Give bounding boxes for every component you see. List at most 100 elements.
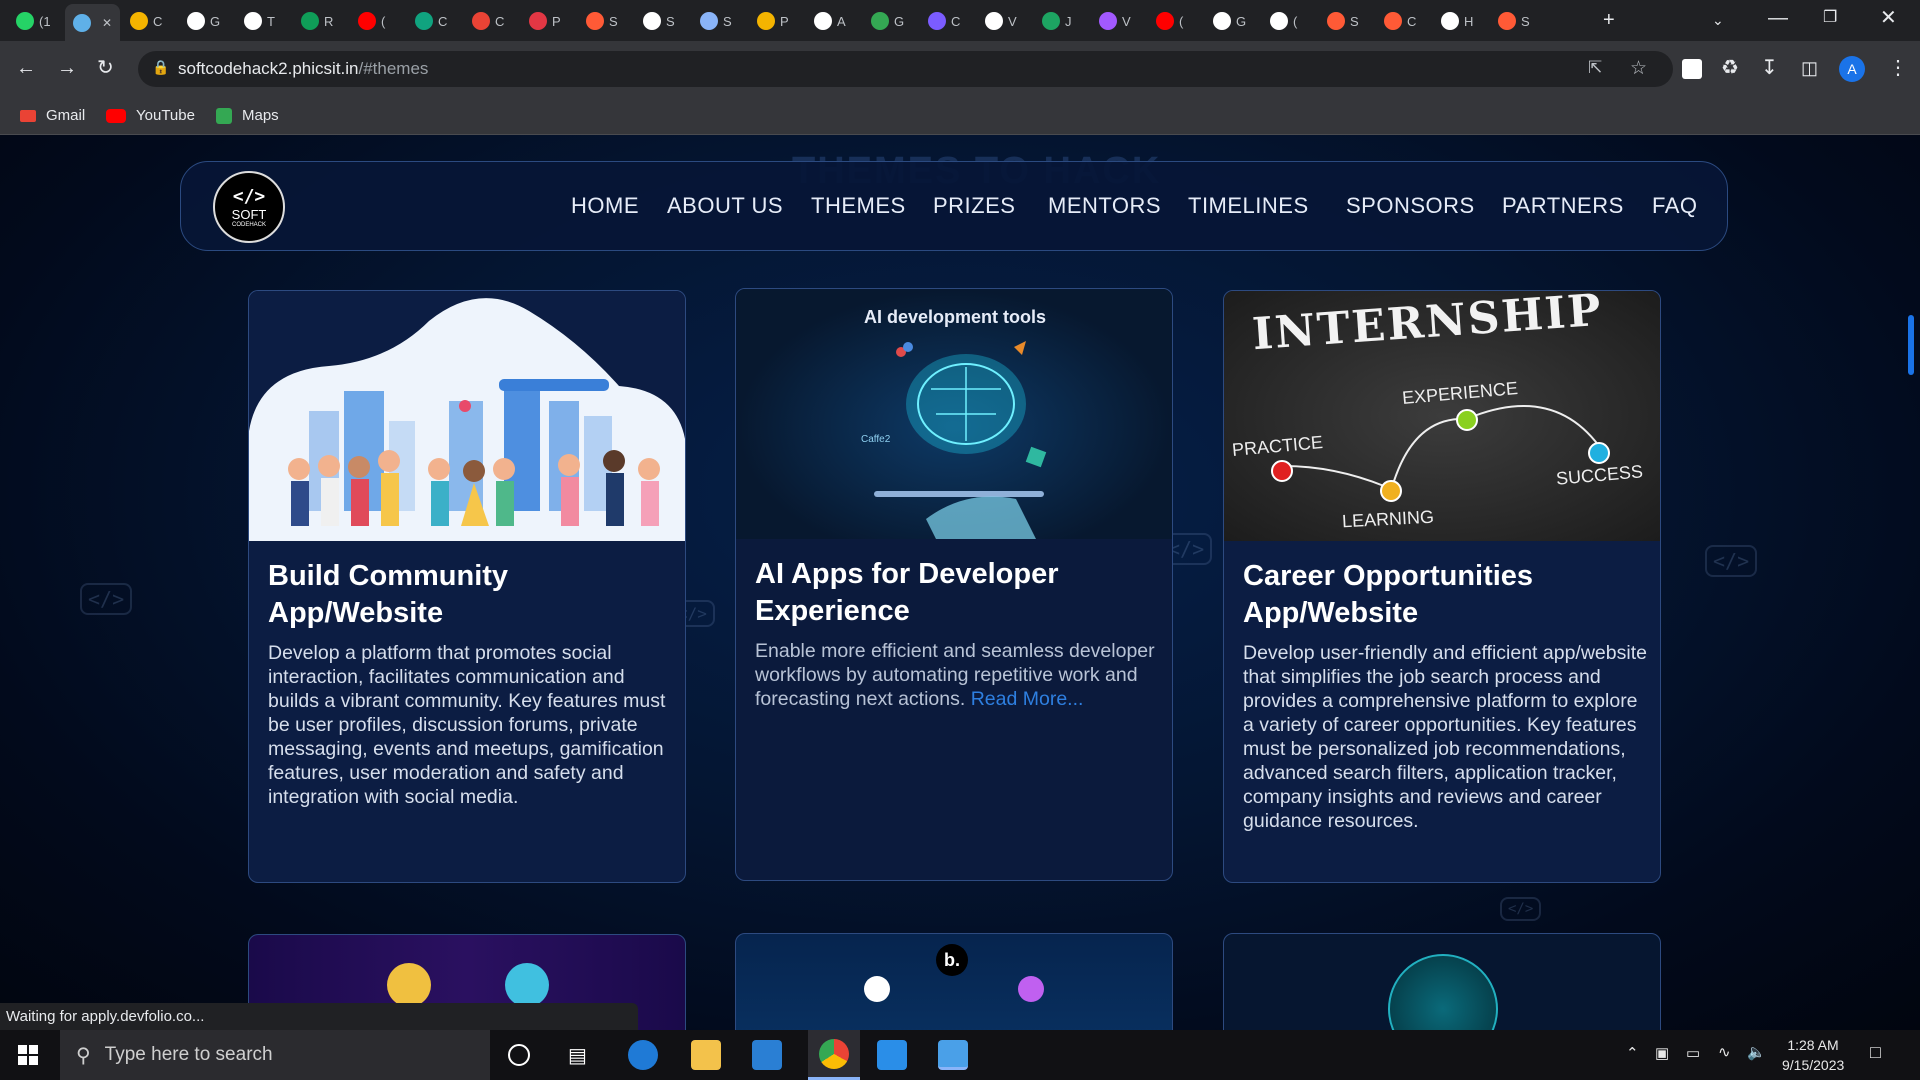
browser-tab[interactable]: (1 xyxy=(16,6,51,36)
extension-icon[interactable] xyxy=(1682,59,1702,79)
read-more-link[interactable]: Read More... xyxy=(971,688,1084,710)
tab-favicon-icon xyxy=(1042,12,1060,30)
back-button[interactable]: ← xyxy=(16,58,36,78)
eco-globe-icon xyxy=(1388,954,1498,1030)
tab-search-chevron-icon[interactable]: ⌄ xyxy=(1712,10,1724,30)
browser-tab[interactable]: ( xyxy=(358,6,385,36)
nav-faq[interactable]: FAQ xyxy=(1652,193,1698,219)
mail-icon[interactable] xyxy=(752,1040,782,1070)
lock-icon[interactable]: 🔒 xyxy=(152,59,169,76)
forward-button[interactable]: → xyxy=(57,58,77,78)
menu-kebab-icon[interactable]: ⋮ xyxy=(1888,58,1908,78)
notifications-icon[interactable]: □ xyxy=(1870,1042,1881,1063)
address-bar[interactable]: 🔒 softcodehack2.phicsit.in/#themes ⇱ ☆ xyxy=(138,51,1673,87)
browser-tab[interactable]: J xyxy=(1042,6,1072,36)
nav-sponsors[interactable]: SPONSORS xyxy=(1346,193,1475,219)
battery-icon[interactable]: ▭ xyxy=(1686,1044,1700,1062)
browser-tab[interactable]: G xyxy=(1213,6,1246,36)
clock[interactable]: 1:28 AM 9/15/2023 xyxy=(1782,1035,1844,1075)
windows-start-icon[interactable] xyxy=(18,1045,38,1065)
chrome-taskbar-item[interactable] xyxy=(808,1030,860,1080)
share-icon[interactable]: ⇱ xyxy=(1588,58,1602,78)
ai-tools-illustration: AI development tools Caffe2 xyxy=(736,289,1172,539)
nav-home[interactable]: HOME xyxy=(571,193,639,219)
task-view-icon[interactable]: ▤ xyxy=(568,1043,587,1068)
browser-tab[interactable]: S xyxy=(700,6,732,36)
page-scroll-indicator[interactable] xyxy=(1908,315,1914,375)
taskbar-search-box[interactable]: ⚲ Type here to search xyxy=(60,1030,490,1080)
profile-avatar[interactable]: A xyxy=(1839,56,1865,82)
nav-timelines[interactable]: TIMELINES xyxy=(1188,193,1309,219)
browser-tab[interactable]: ( xyxy=(1270,6,1297,36)
tab-favicon-icon xyxy=(586,12,604,30)
close-tab-icon[interactable]: ✕ xyxy=(102,16,112,30)
browser-tab[interactable]: C xyxy=(130,6,162,36)
browser-tab[interactable]: C xyxy=(472,6,504,36)
volume-icon[interactable]: 🔈 xyxy=(1747,1043,1766,1061)
site-logo[interactable]: </> SOFT CODEHACK xyxy=(213,171,285,243)
bookmark-label: YouTube xyxy=(136,107,195,124)
browser-tab[interactable]: S xyxy=(1498,6,1530,36)
minimize-button[interactable]: — xyxy=(1768,8,1788,28)
browser-tab[interactable]: C xyxy=(928,6,960,36)
theme-card-community[interactable]: Build Community App/Website Develop a pl… xyxy=(248,290,686,883)
theme-card-ai-apps[interactable]: AI development tools Caffe2 AI Apps for … xyxy=(735,288,1173,881)
new-tab-button[interactable]: + xyxy=(1603,10,1615,30)
theme-card-bottom-right[interactable] xyxy=(1223,933,1661,1030)
extensions-puzzle-icon[interactable]: ♻ xyxy=(1721,58,1739,78)
bookmark-star-icon[interactable]: ☆ xyxy=(1630,57,1647,80)
tab-title: C xyxy=(1407,13,1417,29)
browser-tab[interactable]: A xyxy=(814,6,846,36)
search-icon: ⚲ xyxy=(76,1044,91,1067)
theme-card-bottom-middle[interactable]: b. xyxy=(735,933,1173,1030)
bookmark-maps[interactable]: Maps xyxy=(216,107,279,124)
tab-title: P xyxy=(552,13,561,29)
browser-tab[interactable]: S xyxy=(1327,6,1359,36)
photos-icon[interactable] xyxy=(938,1040,968,1070)
browser-tab[interactable]: V xyxy=(985,6,1017,36)
browser-tab[interactable]: C xyxy=(1384,6,1416,36)
side-panel-icon[interactable]: ◫ xyxy=(1801,58,1818,78)
file-explorer-icon[interactable] xyxy=(691,1040,721,1070)
browser-tab[interactable]: T xyxy=(244,6,275,36)
tab-title: S xyxy=(1350,13,1359,29)
card-title-line: Build Community xyxy=(268,560,509,592)
edge-icon[interactable] xyxy=(628,1040,658,1070)
browser-tab[interactable]: C xyxy=(415,6,447,36)
browser-tab[interactable]: P xyxy=(757,6,789,36)
logo-text: SOFT xyxy=(231,207,267,222)
tray-app-icon[interactable]: ▣ xyxy=(1655,1044,1669,1062)
growth-chart-icon xyxy=(505,963,549,1007)
nav-prizes[interactable]: PRIZES xyxy=(933,193,1015,219)
browser-tab[interactable]: V xyxy=(1099,6,1131,36)
wifi-icon[interactable]: ∿ xyxy=(1718,1043,1731,1061)
nav-about-us[interactable]: ABOUT US xyxy=(667,193,783,219)
restore-button[interactable]: ❐ xyxy=(1823,8,1837,28)
close-window-button[interactable]: ✕ xyxy=(1880,8,1897,28)
browser-tab[interactable]: S xyxy=(643,6,675,36)
tab-favicon-icon xyxy=(814,12,832,30)
browser-tab[interactable]: R xyxy=(301,6,333,36)
card-title-line: App/Website xyxy=(268,597,444,629)
download-icon[interactable]: ↧ xyxy=(1761,58,1778,78)
theme-card-career[interactable]: INTERNSHIP PRACTICE EXPERIENCE LEARNING … xyxy=(1223,290,1661,883)
tab-title: ( xyxy=(381,13,386,29)
youtube-icon xyxy=(106,108,126,123)
reload-button[interactable]: ↻ xyxy=(97,58,114,78)
browser-tab[interactable]: G xyxy=(871,6,904,36)
nav-themes[interactable]: THEMES xyxy=(811,193,906,219)
browser-tab[interactable]: P xyxy=(529,6,561,36)
vscode-icon[interactable] xyxy=(877,1040,907,1070)
bookmark-gmail[interactable]: Gmail xyxy=(20,107,85,124)
browser-tab[interactable]: H xyxy=(1441,6,1473,36)
tray-chevron-icon[interactable]: ⌃ xyxy=(1626,1044,1639,1062)
nav-partners[interactable]: PARTNERS xyxy=(1502,193,1624,219)
browser-tab[interactable]: S xyxy=(586,6,618,36)
tab-title: T xyxy=(267,13,275,29)
browser-tab[interactable]: ✕ xyxy=(65,4,121,41)
bookmark-youtube[interactable]: YouTube xyxy=(106,107,195,124)
cortana-icon[interactable] xyxy=(508,1044,530,1066)
browser-tab[interactable]: ( xyxy=(1156,6,1183,36)
nav-mentors[interactable]: MENTORS xyxy=(1048,193,1161,219)
browser-tab[interactable]: G xyxy=(187,6,220,36)
